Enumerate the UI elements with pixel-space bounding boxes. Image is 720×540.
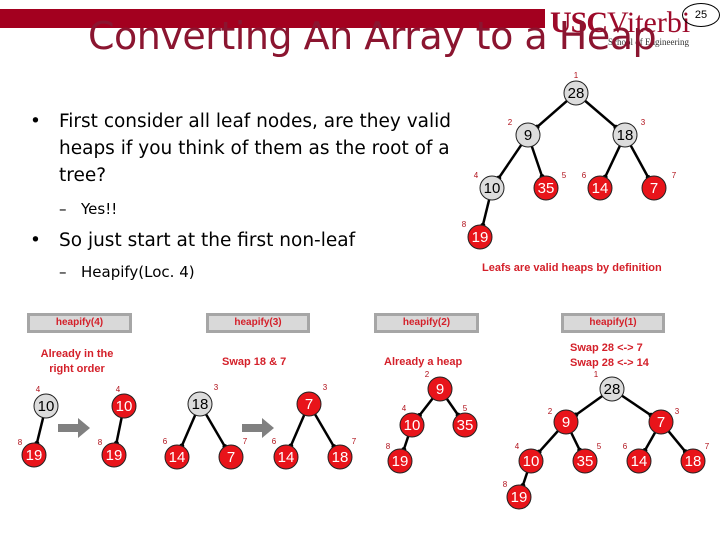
tree-edge	[575, 393, 605, 417]
node-location-label: 8	[386, 442, 391, 451]
node-value: 19	[392, 453, 409, 470]
tree-edge	[603, 143, 623, 178]
tree-edge	[529, 143, 544, 178]
tree-edge	[536, 98, 570, 129]
node-value: 19	[472, 229, 489, 246]
node-location-label: 4	[402, 404, 407, 413]
node-value: 19	[511, 489, 528, 506]
tree-edge	[643, 429, 658, 452]
node-location-label: 7	[352, 437, 357, 446]
tree-edge	[180, 412, 198, 447]
node-location-label: 8	[98, 438, 103, 447]
node-location-label: 3	[323, 383, 328, 392]
tree-edge	[538, 428, 561, 453]
node-value: 28	[604, 381, 621, 398]
tree-edge	[115, 415, 124, 444]
node-value: 19	[26, 447, 43, 464]
node-value: 9	[562, 414, 570, 431]
node-value: 18	[685, 453, 702, 470]
node-location-label: 4	[474, 171, 479, 180]
node-value: 35	[457, 417, 474, 434]
transition-arrow	[58, 418, 90, 438]
node-value: 10	[116, 398, 133, 415]
node-location-label: 5	[597, 442, 602, 451]
node-location-label: 8	[462, 220, 467, 229]
node-location-label: 2	[425, 370, 430, 379]
node-location-label: 2	[548, 407, 553, 416]
tree-edge	[497, 142, 524, 179]
node-location-label: 6	[582, 171, 587, 180]
node-location-label: 4	[116, 385, 121, 394]
node-value: 10	[404, 417, 421, 434]
node-value: 14	[278, 449, 295, 466]
node-value: 19	[106, 447, 123, 464]
node-value: 14	[631, 453, 648, 470]
node-location-label: 7	[672, 171, 677, 180]
node-location-label: 3	[641, 118, 646, 127]
tree-edge	[569, 430, 581, 451]
node-location-label: 7	[243, 437, 248, 446]
tree-edge	[481, 197, 491, 226]
node-location-label: 1	[574, 71, 579, 80]
transition-arrow	[242, 418, 274, 438]
node-value: 35	[538, 180, 555, 197]
node-value: 9	[524, 127, 532, 144]
node-location-label: 6	[272, 437, 277, 446]
tree-edge	[582, 98, 617, 129]
node-value: 35	[577, 453, 594, 470]
node-value: 18	[332, 449, 349, 466]
node-value: 28	[568, 85, 585, 102]
node-location-label: 5	[463, 404, 468, 413]
tree-edge	[289, 412, 307, 447]
tree-edge	[619, 393, 652, 417]
tree-edge	[628, 142, 650, 179]
node-location-label: 8	[18, 438, 23, 447]
node-value: 10	[38, 398, 55, 415]
node-location-label: 8	[503, 480, 508, 489]
node-value: 18	[617, 127, 634, 144]
tree-edge	[312, 411, 336, 448]
node-value: 18	[192, 396, 209, 413]
node-location-label: 4	[515, 442, 520, 451]
node-location-label: 2	[508, 118, 513, 127]
node-value: 14	[592, 180, 609, 197]
node-location-label: 5	[562, 171, 567, 180]
tree-edge	[35, 415, 45, 444]
node-location-label: 1	[594, 370, 599, 379]
node-value: 7	[657, 414, 665, 431]
heap-diagram: 2819218310435514677198104198104198183146…	[18, 71, 710, 510]
node-value: 9	[436, 381, 444, 398]
tree-edge	[666, 428, 687, 453]
tree-edge	[203, 411, 227, 448]
node-value: 10	[523, 453, 540, 470]
node-value: 7	[305, 396, 313, 413]
node-location-label: 6	[623, 442, 628, 451]
tree-edge	[444, 396, 460, 416]
node-location-label: 4	[36, 385, 41, 394]
node-value: 7	[650, 180, 658, 197]
node-location-label: 3	[675, 407, 680, 416]
node-location-label: 7	[705, 442, 710, 451]
node-value: 10	[484, 180, 501, 197]
tree-edge	[418, 395, 436, 417]
node-value: 14	[169, 449, 186, 466]
node-location-label: 6	[163, 437, 168, 446]
node-value: 7	[227, 449, 235, 466]
node-location-label: 3	[214, 383, 219, 392]
